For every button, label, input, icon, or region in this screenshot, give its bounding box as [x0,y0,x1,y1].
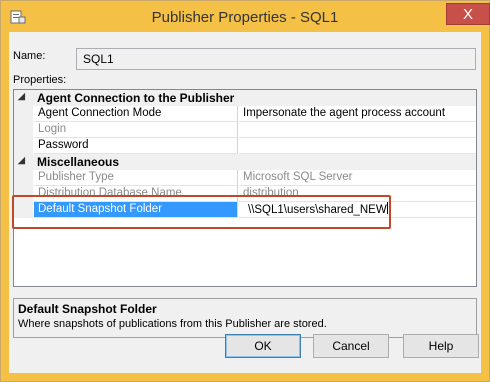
window-title: Publisher Properties - SQL1 [151,9,339,26]
category-miscellaneous[interactable]: ◢ Miscellaneous [14,154,476,170]
property-row[interactable]: Publisher Type Microsoft SQL Server [14,170,476,186]
properties-label: Properties: [13,74,67,86]
ok-button[interactable]: OK [225,334,301,358]
title-bar[interactable]: Publisher Properties - SQL1 X [2,2,490,32]
property-name: Agent Connection Mode [34,106,238,122]
cancel-button[interactable]: Cancel [313,334,389,358]
property-name: Publisher Type [34,170,238,186]
category-agent-connection[interactable]: ◢ Agent Connection to the Publisher [14,90,476,106]
property-grid[interactable]: ◢ Agent Connection to the Publisher Agen… [13,89,477,287]
annotation-callout [12,195,391,229]
property-row[interactable]: Agent Connection Mode Impersonate the ag… [14,106,476,122]
property-row[interactable]: Login [14,122,476,138]
description-panel: Default Snapshot Folder Where snapshots … [13,298,477,338]
close-button[interactable]: X [446,3,490,25]
property-value[interactable] [239,138,476,154]
property-value: Microsoft SQL Server [239,170,476,186]
property-value[interactable]: Impersonate the agent process account [239,106,476,122]
property-row[interactable]: Password [14,138,476,154]
collapse-icon[interactable]: ◢ [18,91,25,102]
help-button[interactable]: Help [403,334,479,358]
dialog-window: Publisher Properties - SQL1 X Name: SQL1… [0,0,490,382]
property-name: Password [34,138,238,154]
property-value [239,122,476,138]
name-label: Name: [13,50,46,62]
collapse-icon[interactable]: ◢ [18,155,25,166]
name-field: SQL1 [76,48,476,70]
close-icon: X [462,6,473,23]
description-text: Where snapshots of publications from thi… [18,318,327,330]
property-name: Login [34,122,238,138]
description-title: Default Snapshot Folder [18,302,157,316]
